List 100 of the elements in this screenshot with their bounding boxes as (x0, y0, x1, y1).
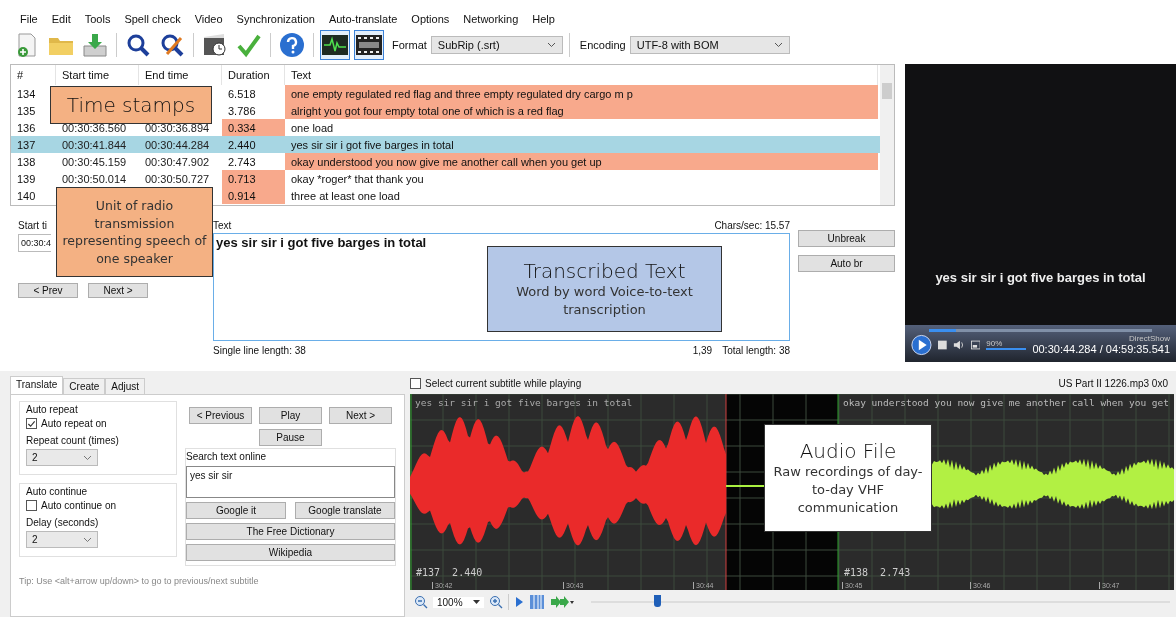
table-cell: 0.713 (222, 170, 285, 187)
column-header[interactable]: Duration (222, 65, 285, 85)
speaker-icon[interactable] (952, 339, 965, 351)
callout-text: Raw recordings of day-to-day VHF communication (772, 462, 924, 518)
callout-title: Transcribed Text (523, 258, 686, 283)
column-header[interactable]: End time (139, 65, 222, 85)
menu-item[interactable]: Options (411, 12, 450, 25)
tip-text: Tip: Use <alt+arrow up/down> to go to previous/next subtitle (19, 576, 260, 586)
table-cell: 00:30:47.902 (145, 155, 210, 168)
text-label: Text (213, 220, 232, 233)
delay-dropdown[interactable]: 2 (26, 531, 98, 548)
table-cell: 00:30:44.284 (145, 138, 210, 151)
callout-title: Audio File (799, 438, 897, 463)
audio-file-name: US Part II 1226.mp3 0x0 (1058, 377, 1168, 389)
segment-info: #138 2.743 (844, 567, 911, 578)
waveform-icon[interactable] (320, 30, 350, 60)
zoom-dropdown[interactable]: 100% (433, 596, 484, 608)
checkbox[interactable] (26, 500, 37, 511)
table-cell-text: one load (290, 120, 335, 136)
table-cell: 00:30:41.844 (62, 138, 127, 151)
tab[interactable]: Adjust (105, 378, 146, 394)
search-button[interactable]: Wikipedia (186, 544, 395, 561)
table-cell: 0.914 (222, 187, 285, 204)
repeat-count-dropdown[interactable]: 2 (26, 449, 98, 466)
menu-item[interactable]: Spell check (124, 12, 181, 25)
delay-label: Delay (seconds) (26, 517, 100, 528)
table-cell-text: 139 (16, 171, 37, 187)
table-cell-text: yes sir sir i got five barges in total (290, 137, 455, 153)
editor-button[interactable]: Auto br (798, 255, 895, 272)
search-button[interactable]: The Free Dictionary (186, 523, 395, 540)
checkbox-label: Select current subtitle while playing (425, 377, 582, 389)
menu-item[interactable]: Auto-translate (328, 12, 398, 25)
menu-item[interactable]: File (20, 12, 38, 25)
position-slider[interactable] (590, 595, 1170, 609)
engine-label: DirectShow (1129, 335, 1170, 343)
help-icon[interactable] (277, 30, 307, 60)
tab[interactable]: Create (63, 378, 106, 394)
callout-title: Time stamps (66, 93, 196, 117)
callout-text: Word by word Voice-to-text transcription (515, 282, 694, 319)
fullscreen-icon[interactable] (970, 340, 981, 350)
double-arrow-icon[interactable] (549, 596, 574, 608)
table-cell: 0.334 (222, 119, 285, 136)
chars-per-second: Chars/sec: 15.57 (714, 220, 790, 233)
table-cell-text: 136 (16, 120, 37, 136)
film-strip-icon[interactable] (354, 30, 384, 60)
menu-item[interactable]: Tools (84, 12, 111, 25)
segment-text: okay understood you now give me another call when you get (843, 397, 1169, 408)
search-button[interactable]: Google translate (295, 502, 395, 519)
format-label: Format (392, 39, 427, 51)
search-button[interactable]: Google it (186, 502, 286, 519)
menu-item[interactable]: Synchronization (236, 12, 315, 25)
table-cell: 00:30:45.159 (62, 155, 127, 168)
table-cell-text: three at least one load (290, 188, 401, 204)
table-cell-text: okay *roger* that thank you (290, 171, 425, 187)
chevron-icon (83, 536, 92, 543)
table-cell-text: 3.786 (227, 103, 257, 119)
chevron-icon (546, 42, 556, 48)
start-time-field[interactable]: 00:30:4 (18, 234, 52, 252)
zoom-out-icon[interactable] (414, 595, 428, 609)
callout-text: Unit of radio transmission representing speech of one speaker (61, 197, 208, 267)
checkbox[interactable] (410, 377, 421, 389)
checkbox-label: Auto repeat on (41, 418, 107, 429)
cursor-position: 1,39 (692, 345, 713, 356)
stop-icon[interactable] (937, 340, 947, 350)
menu-item[interactable]: Help (532, 12, 555, 25)
column-header[interactable]: Start time (56, 65, 139, 85)
next-button[interactable]: Next > (88, 283, 148, 298)
grid-icon[interactable] (528, 594, 545, 610)
segment-info: #137 2.440 (416, 567, 483, 578)
chevron-icon (773, 42, 783, 48)
video-subtitle: yes sir sir i got five barges in total (935, 270, 1146, 285)
navigation-button[interactable]: Play (259, 407, 322, 424)
pause-button[interactable]: Pause (259, 429, 322, 446)
column-header[interactable]: # (11, 65, 56, 85)
menu-item[interactable]: Video (194, 12, 223, 25)
volume-percent: 90% (986, 340, 1004, 348)
zoom-in-icon[interactable] (488, 595, 503, 609)
scrollbar[interactable] (880, 65, 894, 205)
navigation-button[interactable]: Next > (329, 407, 392, 424)
editor-button[interactable]: Unbreak (798, 230, 895, 247)
table-cell: okay understood you now give me another call when you get up (285, 153, 878, 170)
navigation-button[interactable]: < Previous (189, 407, 252, 424)
tab[interactable]: Translate (10, 376, 64, 394)
checkbox-label: Auto continue on (41, 500, 117, 511)
chevron-icon (83, 454, 92, 461)
play-icon[interactable] (911, 333, 932, 357)
encoding-dropdown[interactable]: UTF-8 with BOM (629, 36, 790, 54)
encoding-label: Encoding (579, 39, 626, 51)
table-cell: one empty regulated red flag and three empty regulated dry cargo m p (285, 85, 878, 102)
menu-item[interactable]: Networking (463, 12, 519, 25)
menu-item[interactable]: Edit (51, 12, 71, 25)
checkbox[interactable] (26, 418, 37, 429)
total-length: Total length: 38 (722, 345, 790, 356)
format-dropdown[interactable]: SubRip (.srt) (430, 36, 563, 54)
prev-button[interactable]: < Prev (18, 283, 78, 298)
table-cell: 00:30:50.727 (145, 172, 210, 185)
table-cell-text: 2.440 (227, 137, 257, 153)
table-cell-text: 135 (16, 103, 37, 119)
table-cell: 00:30:36.894 (145, 121, 210, 134)
search-text-field[interactable]: yes sir sir (186, 466, 395, 498)
